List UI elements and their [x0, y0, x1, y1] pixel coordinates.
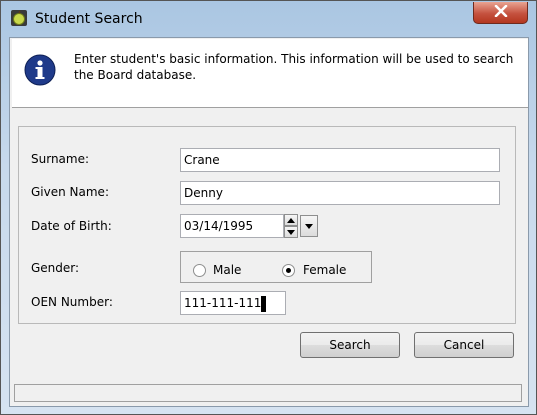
given-name-field[interactable]: Denny — [180, 181, 500, 205]
status-bar — [14, 384, 522, 402]
date-of-birth-field[interactable]: 03/14/1995 — [180, 214, 284, 238]
gender-radio-group: Male Female — [180, 251, 372, 283]
close-button[interactable] — [473, 2, 528, 24]
gender-female-label[interactable]: Female — [303, 263, 346, 277]
search-fields-group: Surname: Crane Given Name: Denny Date of… — [18, 126, 516, 324]
student-search-window: Student Search Enter student's basic inf… — [0, 0, 537, 415]
gender-male-radio[interactable] — [193, 264, 206, 277]
info-message: Enter student's basic information. This … — [74, 52, 514, 82]
given-name-label: Given Name: — [31, 185, 109, 199]
title-bar[interactable]: Student Search — [1, 1, 536, 37]
dialog-body: Enter student's basic information. This … — [9, 37, 529, 407]
oen-number-value: 111-111-111 — [184, 296, 262, 310]
date-spinner — [284, 214, 298, 238]
surname-field[interactable]: Crane — [180, 148, 500, 172]
gender-male-label[interactable]: Male — [213, 263, 241, 277]
spin-up-button[interactable] — [284, 214, 298, 226]
info-icon — [24, 54, 56, 86]
text-cursor — [261, 295, 267, 312]
oen-number-label: OEN Number: — [31, 295, 113, 309]
date-dropdown-button[interactable] — [300, 215, 318, 237]
search-button-label: Search — [329, 338, 371, 352]
date-of-birth-label: Date of Birth: — [31, 219, 112, 233]
surname-label: Surname: — [31, 152, 90, 166]
oen-number-field[interactable]: 111-111-111 — [180, 291, 286, 315]
gender-label: Gender: — [31, 261, 80, 275]
chevron-down-icon — [305, 223, 313, 229]
cancel-button-label: Cancel — [443, 338, 485, 352]
arrow-down-icon — [287, 229, 295, 235]
cancel-button[interactable]: Cancel — [414, 332, 514, 358]
info-panel: Enter student's basic information. This … — [12, 39, 528, 108]
arrow-up-icon — [287, 217, 295, 223]
radio-selected-dot — [286, 268, 291, 273]
app-icon — [10, 9, 28, 27]
gender-female-radio[interactable] — [282, 264, 295, 277]
search-button[interactable]: Search — [300, 332, 400, 358]
window-title: Student Search — [35, 11, 143, 27]
close-icon — [494, 4, 508, 20]
spin-down-button[interactable] — [284, 226, 298, 238]
